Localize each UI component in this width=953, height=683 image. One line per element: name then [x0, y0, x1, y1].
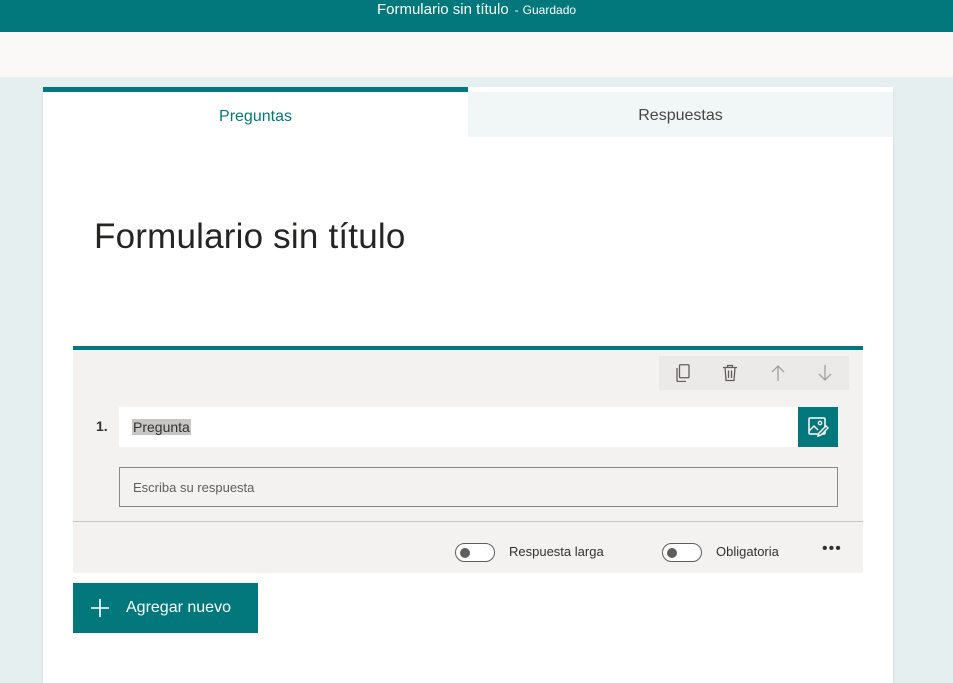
toolbar	[0, 32, 953, 77]
question-actions	[659, 356, 849, 390]
arrow-up-icon[interactable]	[768, 363, 788, 383]
question-options: Respuesta larga Obligatoria •••	[73, 522, 863, 577]
question-number: 1.	[96, 418, 108, 434]
form-card: Preguntas Respuestas Formulario sin títu…	[43, 87, 893, 683]
tab-respuestas[interactable]: Respuestas	[468, 92, 893, 137]
toggle-knob	[667, 547, 677, 558]
tab-preguntas[interactable]: Preguntas	[43, 87, 468, 137]
window-title: Formulario sin título	[376, 1, 509, 18]
question-title-input[interactable]: Pregunta	[119, 407, 798, 447]
long-answer-label: Respuesta larga	[509, 544, 604, 559]
answer-placeholder-field: Escriba su respuesta	[119, 467, 838, 507]
more-options-icon[interactable]: •••	[822, 540, 842, 558]
image-edit-icon	[808, 417, 829, 438]
copy-icon[interactable]	[673, 363, 693, 383]
question-title-text: Pregunta	[132, 419, 191, 435]
question-card[interactable]: 1. Pregunta Escriba su respuesta Respues…	[73, 346, 863, 573]
save-status: Guardado	[522, 3, 577, 17]
add-new-button[interactable]: Agregar nuevo	[73, 583, 258, 633]
trash-icon[interactable]	[720, 363, 740, 383]
plus-icon	[90, 598, 110, 618]
tab-bar: Preguntas Respuestas	[43, 87, 893, 137]
long-answer-toggle[interactable]	[455, 543, 495, 562]
required-label: Obligatoria	[716, 544, 779, 559]
title-bar: Formulario sin título - Guardado	[0, 0, 953, 32]
required-toggle[interactable]	[662, 543, 702, 562]
add-new-label: Agregar nuevo	[126, 599, 231, 616]
form-title[interactable]: Formulario sin título	[94, 217, 406, 257]
arrow-down-icon[interactable]	[815, 363, 835, 383]
title-separator: -	[514, 3, 519, 17]
insert-media-button[interactable]	[798, 407, 838, 447]
toggle-knob	[460, 547, 470, 558]
